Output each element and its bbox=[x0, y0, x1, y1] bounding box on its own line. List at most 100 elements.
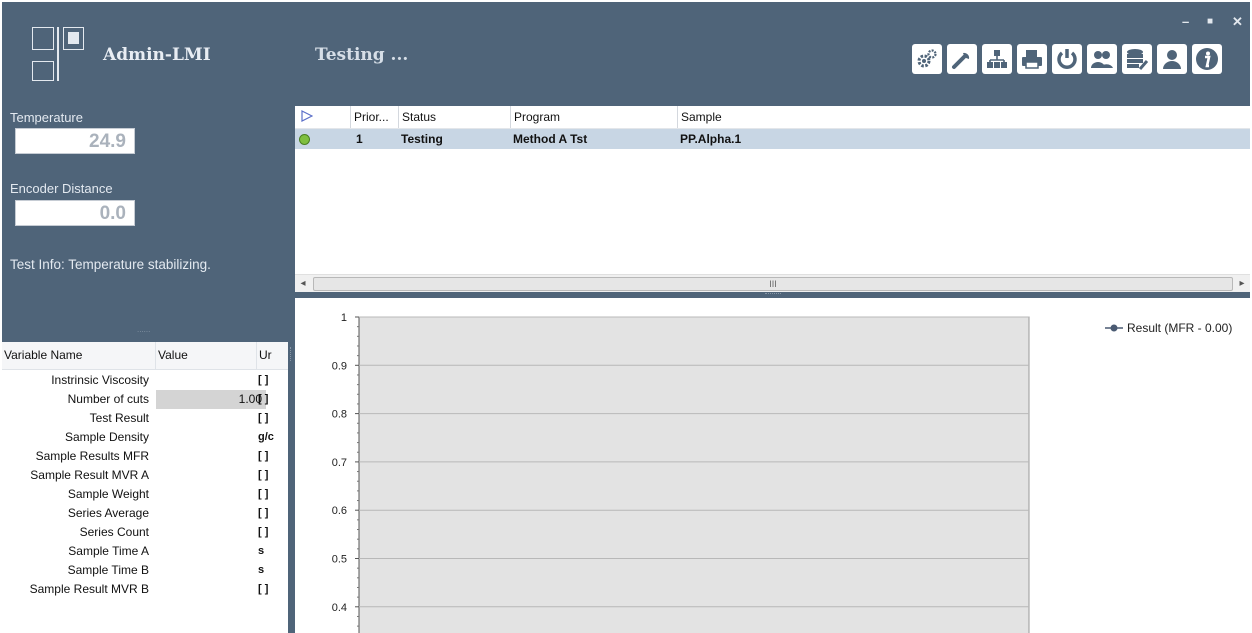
variable-unit: s bbox=[258, 564, 265, 576]
table-row[interactable]: Sample Weight [ ] bbox=[2, 485, 288, 504]
chart-svg: 10.90.80.70.60.50.40.3Result (MFR - 0.00… bbox=[332, 312, 1232, 633]
variable-unit: [ ] bbox=[258, 450, 269, 462]
variable-value[interactable] bbox=[156, 580, 266, 599]
panel-splitter-grip[interactable]: ...... bbox=[137, 325, 150, 334]
variable-name: Sample Results MFR bbox=[35, 449, 149, 463]
variable-name: Sample Density bbox=[64, 430, 149, 444]
variable-name: Series Count bbox=[79, 525, 149, 539]
variable-value[interactable] bbox=[156, 466, 266, 485]
variable-name: Instrinsic Viscosity bbox=[51, 373, 149, 387]
variable-value[interactable] bbox=[156, 523, 266, 542]
power-icon[interactable] bbox=[1052, 44, 1082, 74]
table-row[interactable]: Sample Time B s bbox=[2, 561, 288, 580]
queue-cell-priority: 1 bbox=[356, 132, 363, 146]
y-tick-label: 0.8 bbox=[332, 409, 347, 421]
table-row[interactable]: Test Result [ ] bbox=[2, 409, 288, 428]
legend-entry: Result (MFR - 0.00) bbox=[1105, 321, 1232, 335]
variable-value[interactable] bbox=[156, 542, 266, 561]
variable-value[interactable] bbox=[156, 428, 266, 447]
scroll-left-arrow-icon[interactable]: ◂ bbox=[295, 275, 311, 292]
run-indicator-header[interactable] bbox=[295, 106, 351, 128]
app-window: Admin-LMI Testing ... – ■ ✕ Temperature … bbox=[2, 2, 1250, 633]
column-header-status[interactable]: Status bbox=[399, 106, 511, 128]
y-tick-label: 0.7 bbox=[332, 457, 347, 469]
test-queue-table: Prior... Status Program Sample 1 Testing… bbox=[295, 106, 1250, 292]
variable-unit: [ ] bbox=[258, 488, 269, 500]
plot-area bbox=[358, 316, 1030, 633]
y-tick-label: 0.4 bbox=[332, 602, 347, 614]
variable-name: Number of cuts bbox=[67, 392, 149, 406]
variable-value[interactable] bbox=[156, 561, 266, 580]
variable-value[interactable]: 1.00 bbox=[156, 390, 266, 409]
table-row[interactable]: Sample Result MVR A [ ] bbox=[2, 466, 288, 485]
maximize-button[interactable]: ■ bbox=[1207, 16, 1213, 27]
column-header-program[interactable]: Program bbox=[511, 106, 678, 128]
play-icon bbox=[301, 110, 313, 122]
table-row[interactable]: Sample Result MVR B [ ] bbox=[2, 580, 288, 599]
y-tick-label: 1 bbox=[341, 312, 347, 324]
queue-cell-status: Testing bbox=[401, 132, 443, 146]
test-info-text: Test Info: Temperature stabilizing. bbox=[10, 257, 211, 272]
result-chart: 10.90.80.70.60.50.40.3Result (MFR - 0.00… bbox=[295, 298, 1250, 633]
y-tick-label: 0.6 bbox=[332, 505, 347, 517]
variable-name: Sample Weight bbox=[67, 487, 149, 501]
network-icon[interactable] bbox=[982, 44, 1012, 74]
queue-cell-program: Method A Tst bbox=[513, 132, 588, 146]
variables-table-header: Variable Name Value Ur bbox=[2, 342, 288, 370]
printer-icon[interactable] bbox=[1017, 44, 1047, 74]
table-row[interactable]: Series Count [ ] bbox=[2, 523, 288, 542]
variable-value[interactable] bbox=[156, 371, 266, 390]
column-header-sample[interactable]: Sample bbox=[678, 106, 1250, 128]
variable-unit: [ ] bbox=[258, 412, 269, 424]
table-row[interactable]: Instrinsic Viscosity [ ] bbox=[2, 371, 288, 390]
minimize-button[interactable]: – bbox=[1182, 14, 1189, 29]
database-edit-icon[interactable] bbox=[1122, 44, 1152, 74]
column-header-unit[interactable]: Ur bbox=[257, 342, 288, 369]
horizontal-scrollbar[interactable]: ◂ III ▸ bbox=[295, 274, 1250, 292]
variable-unit: [ ] bbox=[258, 469, 269, 481]
y-tick-label: 0.5 bbox=[332, 554, 347, 566]
variable-name: Series Average bbox=[67, 506, 149, 520]
variable-value[interactable] bbox=[156, 485, 266, 504]
status-indicator-icon bbox=[299, 134, 310, 145]
column-header-value[interactable]: Value bbox=[156, 342, 257, 369]
table-row[interactable]: Number of cuts 1.00[ ] bbox=[2, 390, 288, 409]
variable-unit: [ ] bbox=[258, 526, 269, 538]
queue-cell-sample: PP.Alpha.1 bbox=[680, 132, 742, 146]
temperature-label: Temperature bbox=[10, 110, 83, 125]
vertical-splitter[interactable] bbox=[288, 102, 295, 633]
settings-gears-icon[interactable] bbox=[912, 44, 942, 74]
variable-name: Sample Result MVR B bbox=[29, 582, 149, 596]
header-bar: Admin-LMI Testing ... – ■ ✕ bbox=[2, 2, 1250, 102]
variables-table: Variable Name Value Ur Instrinsic Viscos… bbox=[2, 342, 288, 633]
variable-unit: g/c bbox=[258, 431, 274, 443]
table-row[interactable]: Sample Results MFR [ ] bbox=[2, 447, 288, 466]
app-title: Admin-LMI bbox=[103, 45, 211, 65]
variable-name: Sample Result MVR A bbox=[30, 468, 149, 482]
queue-header: Prior... Status Program Sample bbox=[295, 106, 1250, 129]
status-title: Testing ... bbox=[315, 45, 409, 65]
column-header-variable-name[interactable]: Variable Name bbox=[2, 342, 156, 369]
table-row[interactable]: Sample Density g/c bbox=[2, 428, 288, 447]
table-row[interactable]: Sample Time A s bbox=[2, 542, 288, 561]
encoder-distance-value: 0.0 bbox=[15, 200, 135, 226]
info-icon[interactable] bbox=[1192, 44, 1222, 74]
variable-value[interactable] bbox=[156, 447, 266, 466]
variable-unit: [ ] bbox=[258, 507, 269, 519]
variable-value[interactable] bbox=[156, 409, 266, 428]
table-row[interactable]: Series Average [ ] bbox=[2, 504, 288, 523]
user-icon[interactable] bbox=[1157, 44, 1187, 74]
variable-value[interactable] bbox=[156, 504, 266, 523]
variable-name: Test Result bbox=[89, 411, 149, 425]
scroll-right-arrow-icon[interactable]: ▸ bbox=[1234, 275, 1250, 292]
wrench-icon[interactable] bbox=[947, 44, 977, 74]
encoder-distance-label: Encoder Distance bbox=[10, 181, 113, 196]
close-button[interactable]: ✕ bbox=[1232, 14, 1243, 30]
users-icon[interactable] bbox=[1087, 44, 1117, 74]
scroll-thumb[interactable]: III bbox=[313, 277, 1233, 291]
column-header-priority[interactable]: Prior... bbox=[351, 106, 399, 128]
variable-unit: s bbox=[258, 545, 265, 557]
variable-unit: [ ] bbox=[258, 374, 269, 386]
variable-name: Sample Time A bbox=[68, 544, 149, 558]
queue-row[interactable]: 1 Testing Method A Tst PP.Alpha.1 bbox=[295, 129, 1250, 149]
